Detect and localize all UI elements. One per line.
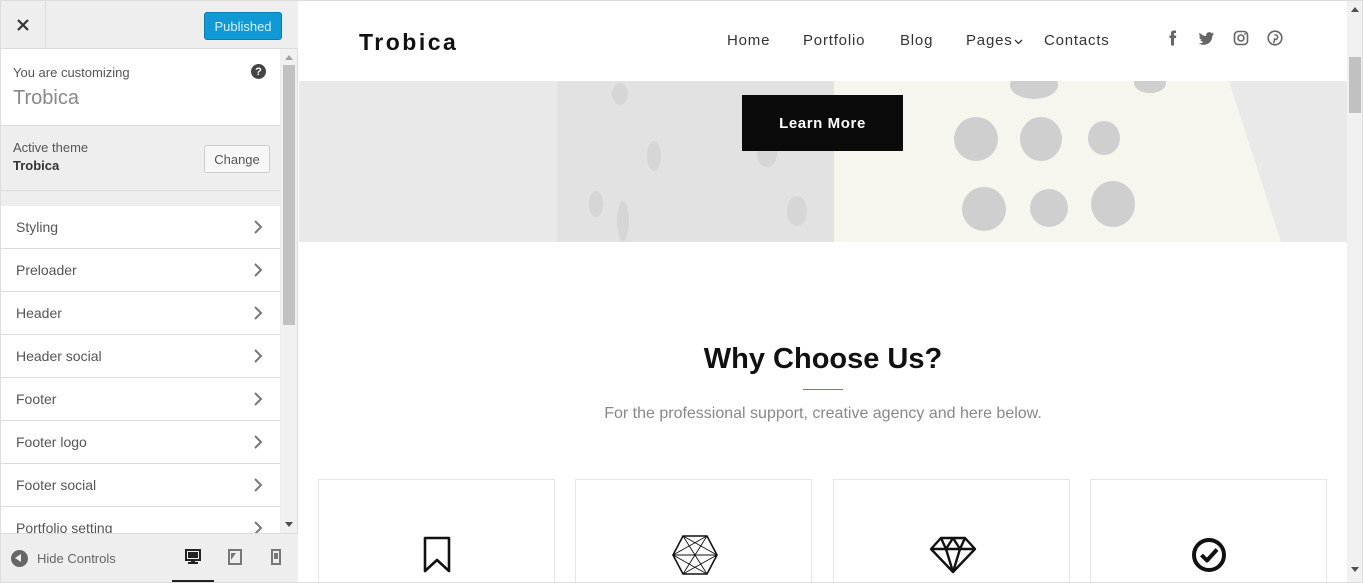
- feature-card: [1090, 479, 1327, 582]
- chevron-right-icon: [254, 306, 263, 320]
- nav-home[interactable]: Home: [727, 32, 770, 49]
- site-title: Trobica: [13, 87, 79, 109]
- section-title: Why Choose Us?: [703, 343, 943, 375]
- feature-card: [575, 479, 812, 582]
- menu-item-footer-social[interactable]: Footer social: [1, 464, 280, 507]
- menu-item-label: Footer: [16, 391, 57, 407]
- scroll-down-arrow-icon[interactable]: [285, 522, 293, 527]
- scroll-down-arrow-icon[interactable]: [1351, 567, 1359, 572]
- chevron-right-icon: [254, 220, 263, 234]
- help-icon[interactable]: ?: [251, 64, 266, 79]
- customizer-window: Published You are customizing Trobica ? …: [0, 0, 1363, 583]
- sidebar-header: Published: [1, 1, 298, 49]
- chevron-down-icon: [1014, 39, 1023, 45]
- site-header: Trobica Home Portfolio Blog Pages Contac…: [299, 1, 1347, 81]
- tablet-icon[interactable]: [226, 548, 244, 566]
- desktop-icon[interactable]: [184, 548, 202, 566]
- hide-controls-button[interactable]: Hide Controls: [11, 550, 116, 567]
- nav-pages[interactable]: Pages: [966, 32, 1013, 49]
- scroll-up-arrow-icon[interactable]: [285, 55, 293, 60]
- nav-portfolio[interactable]: Portfolio: [803, 32, 865, 49]
- customizing-info: You are customizing Trobica ?: [1, 49, 280, 126]
- customizer-menu: Styling Preloader Header Header social F…: [1, 206, 280, 533]
- site-preview: Trobica Home Portfolio Blog Pages Contac…: [299, 1, 1347, 582]
- sidebar-scrollbar[interactable]: [281, 49, 297, 533]
- menu-item-footer[interactable]: Footer: [1, 378, 280, 421]
- hero-banner: Learn More: [299, 81, 1347, 242]
- chevron-right-icon: [254, 392, 263, 406]
- hide-controls-label: Hide Controls: [37, 551, 116, 566]
- nav-contacts[interactable]: Contacts: [1044, 32, 1110, 49]
- menu-item-styling[interactable]: Styling: [1, 206, 280, 249]
- hexagon-icon: [672, 535, 718, 575]
- close-customizer-button[interactable]: [1, 1, 46, 49]
- diamond-icon: [929, 536, 977, 574]
- sidebar-footer: Hide Controls: [1, 533, 298, 582]
- preview-scrollbar[interactable]: [1347, 1, 1362, 582]
- nav-blog[interactable]: Blog: [900, 32, 933, 49]
- chevron-right-icon: [254, 349, 263, 363]
- feature-card: [318, 479, 555, 582]
- menu-item-preloader[interactable]: Preloader: [1, 249, 280, 292]
- menu-item-label: Styling: [16, 219, 59, 235]
- publish-button[interactable]: Published: [204, 12, 282, 40]
- section-subtitle: For the professional support, creative a…: [604, 405, 1042, 422]
- twitter-icon[interactable]: [1199, 30, 1215, 46]
- facebook-icon[interactable]: [1165, 30, 1181, 46]
- customizer-sidebar: Published You are customizing Trobica ? …: [1, 1, 298, 582]
- collapse-icon: [11, 550, 28, 567]
- bookmark-icon: [423, 536, 451, 573]
- menu-item-header-social[interactable]: Header social: [1, 335, 280, 378]
- close-icon: [17, 19, 29, 31]
- mobile-icon[interactable]: [267, 548, 285, 566]
- menu-item-label: Portfolio setting: [16, 520, 113, 533]
- menu-item-label: Footer logo: [16, 434, 87, 450]
- check-circle-icon: [1192, 538, 1226, 572]
- scroll-up-arrow-icon[interactable]: [1351, 7, 1359, 12]
- title-divider: [803, 389, 843, 390]
- chevron-right-icon: [254, 478, 263, 492]
- menu-item-label: Header: [16, 305, 62, 321]
- menu-item-label: Preloader: [16, 262, 77, 278]
- scrollbar-thumb[interactable]: [283, 65, 295, 325]
- pinterest-icon[interactable]: [1267, 30, 1283, 46]
- learn-more-button[interactable]: Learn More: [742, 95, 903, 151]
- feature-card: [833, 479, 1070, 582]
- chevron-right-icon: [254, 263, 263, 277]
- active-theme-section: Active theme Trobica Change: [1, 127, 280, 191]
- customizing-label: You are customizing: [13, 65, 130, 80]
- menu-item-footer-logo[interactable]: Footer logo: [1, 421, 280, 464]
- chevron-right-icon: [254, 521, 263, 533]
- chevron-right-icon: [254, 435, 263, 449]
- sidebar-panel: You are customizing Trobica ? Active the…: [1, 49, 298, 533]
- menu-item-header[interactable]: Header: [1, 292, 280, 335]
- active-theme-name: Trobica: [13, 158, 60, 173]
- scrollbar-thumb[interactable]: [1349, 57, 1361, 113]
- menu-item-label: Header social: [16, 348, 102, 364]
- change-theme-button[interactable]: Change: [204, 145, 270, 173]
- site-logo[interactable]: Trobica: [359, 29, 458, 56]
- instagram-icon[interactable]: [1233, 30, 1249, 46]
- menu-item-portfolio-setting[interactable]: Portfolio setting: [1, 507, 280, 533]
- active-theme-label: Active theme: [13, 140, 89, 155]
- menu-item-label: Footer social: [16, 477, 97, 493]
